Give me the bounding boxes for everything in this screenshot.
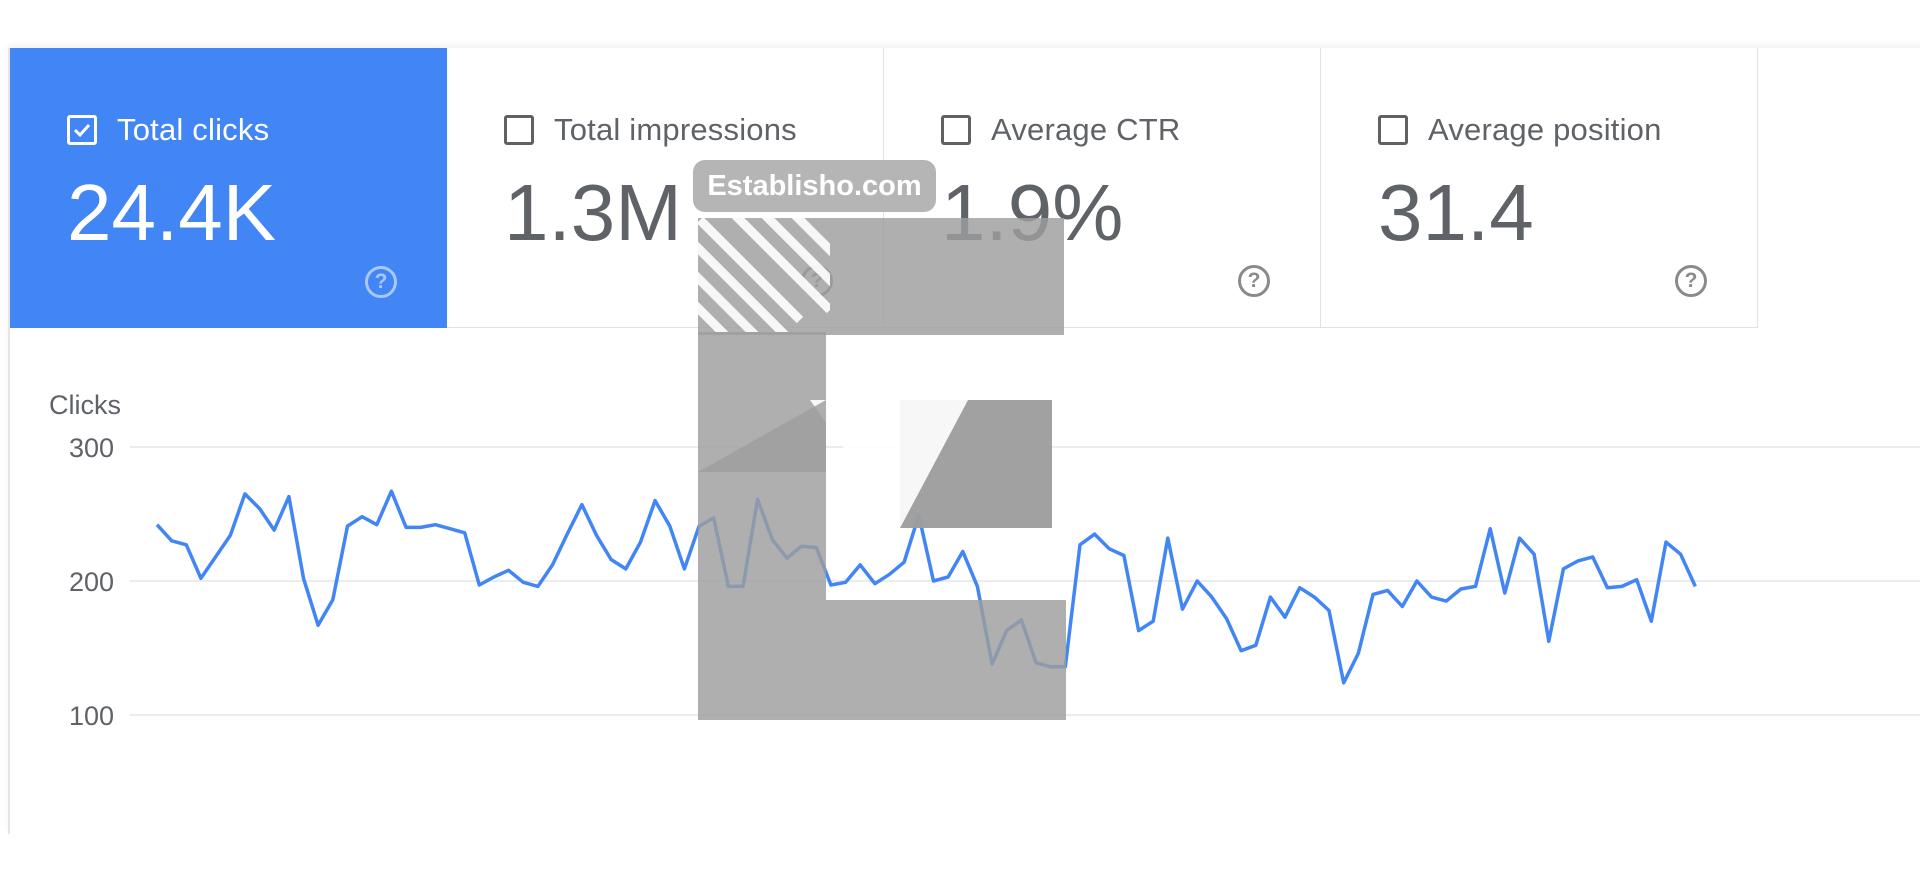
watermark-text: Establisho.com — [693, 160, 936, 212]
clicks-line-chart: Clicks 300 200 100 — [49, 390, 1920, 731]
y-tick-label: 200 — [69, 567, 114, 597]
gridlines — [130, 446, 1920, 716]
y-tick-label: 100 — [69, 701, 114, 731]
clicks-series-line — [155, 489, 1697, 685]
y-axis-label: Clicks — [49, 390, 121, 420]
y-tick-label: 300 — [69, 433, 114, 463]
y-tick-labels: 300 200 100 — [69, 433, 114, 731]
